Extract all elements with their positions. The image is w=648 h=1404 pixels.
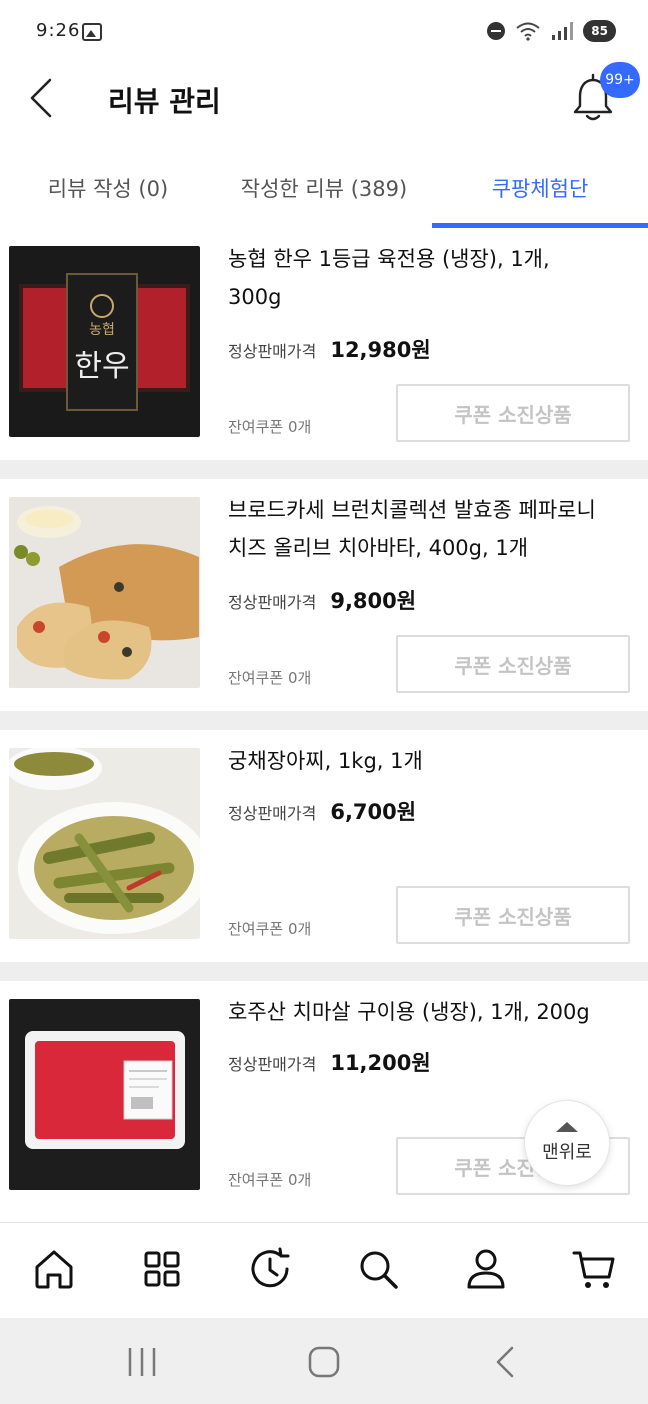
page-title: 리뷰 관리 <box>108 85 221 118</box>
price-label: 정상판매가격 <box>228 593 317 612</box>
product-name-line2: 치즈 올리브 치아바타, 400g, 1개 <box>228 536 529 560</box>
price-value: 12,980원 <box>330 338 431 362</box>
price-value: 6,700원 <box>330 800 417 824</box>
product-list: 농협 한우 농협 한우 1등급 육전용 (냉장), 1개, 300g 정상판매가… <box>0 228 648 1213</box>
coupon-remaining: 잔여쿠폰 0개 <box>228 1171 312 1189</box>
price-row: 정상판매가격 6,700원 <box>228 796 416 826</box>
divider <box>0 711 648 730</box>
divider <box>0 962 648 981</box>
search-icon[interactable] <box>354 1245 402 1293</box>
dnd-icon <box>487 22 506 40</box>
product-name[interactable]: 농협 한우 1등급 육전용 (냉장), 1개, 300g <box>228 240 628 316</box>
coupon-soldout-button[interactable]: 쿠폰 소진상품 <box>396 635 630 693</box>
list-item[interactable]: 브로드카세 브런치콜렉션 발효종 페파로니 치즈 올리브 치아바타, 400g,… <box>0 479 648 711</box>
coupon-remaining: 잔여쿠폰 0개 <box>228 669 312 687</box>
list-item[interactable]: 궁채장아찌, 1kg, 1개 정상판매가격 6,700원 잔여쿠폰 0개 쿠폰 … <box>0 730 648 962</box>
price-value: 9,800원 <box>330 589 417 613</box>
status-indicators: 85 <box>487 20 616 42</box>
arrow-up-icon <box>556 1122 578 1132</box>
tab-write-review[interactable]: 리뷰 작성 (0) <box>0 148 216 228</box>
scroll-to-top-label: 맨위로 <box>542 1142 592 1163</box>
home-icon[interactable] <box>30 1245 78 1293</box>
status-time: 9:26 <box>36 20 81 41</box>
system-back-icon[interactable] <box>486 1344 526 1380</box>
review-tabs: 리뷰 작성 (0) 작성한 리뷰 (389) 쿠팡체험단 <box>0 148 648 228</box>
back-arrow-icon[interactable] <box>24 76 64 120</box>
battery-icon: 85 <box>583 20 616 42</box>
system-nav-bar <box>0 1318 648 1404</box>
tab-written-reviews[interactable]: 작성한 리뷰 (389) <box>216 148 432 228</box>
scroll-to-top-button[interactable]: 맨위로 <box>524 1100 610 1186</box>
price-label: 정상판매가격 <box>228 804 317 823</box>
home-button-icon[interactable] <box>304 1344 344 1380</box>
svg-text:농협: 농협 <box>89 322 115 338</box>
product-image-beef-tray <box>9 999 200 1190</box>
price-row: 정상판매가격 12,980원 <box>228 334 431 364</box>
coupon-remaining: 잔여쿠폰 0개 <box>228 920 312 938</box>
product-image-ciabatta <box>9 497 200 688</box>
signal-icon <box>552 22 574 40</box>
notification-badge: 99+ <box>600 62 640 98</box>
wifi-icon <box>516 22 540 41</box>
product-name-line2: 300g <box>228 285 282 309</box>
product-name-line1: 궁채장아찌, 1kg, 1개 <box>228 749 423 773</box>
product-name[interactable]: 궁채장아찌, 1kg, 1개 <box>228 742 628 780</box>
recent-apps-icon[interactable] <box>122 1344 162 1380</box>
image-notification-icon <box>82 23 102 41</box>
recent-history-icon[interactable] <box>246 1245 294 1293</box>
product-name-line1: 농협 한우 1등급 육전용 (냉장), 1개, <box>228 247 550 271</box>
svg-text:한우: 한우 <box>74 349 129 384</box>
price-row: 정상판매가격 11,200원 <box>228 1047 431 1077</box>
bottom-nav <box>0 1222 648 1318</box>
category-grid-icon[interactable] <box>138 1245 186 1293</box>
list-item[interactable]: 농협 한우 농협 한우 1등급 육전용 (냉장), 1개, 300g 정상판매가… <box>0 228 648 460</box>
coupon-soldout-button[interactable]: 쿠폰 소진상품 <box>396 384 630 442</box>
product-name-line1: 호주산 치마살 구이용 (냉장), 1개, 200g <box>228 1000 590 1024</box>
product-name[interactable]: 호주산 치마살 구이용 (냉장), 1개, 200g <box>228 993 628 1031</box>
coupon-remaining: 잔여쿠폰 0개 <box>228 418 312 436</box>
price-label: 정상판매가격 <box>228 342 317 361</box>
status-bar: 9:26 85 <box>0 0 648 62</box>
account-icon[interactable] <box>462 1245 510 1293</box>
product-image-hanwoo: 농협 한우 <box>9 246 200 437</box>
price-row: 정상판매가격 9,800원 <box>228 585 416 615</box>
price-value: 11,200원 <box>330 1051 431 1075</box>
app-header: 리뷰 관리 99+ <box>0 62 648 138</box>
divider <box>0 460 648 479</box>
coupon-soldout-button[interactable]: 쿠폰 소진상품 <box>396 886 630 944</box>
tab-coupang-experience[interactable]: 쿠팡체험단 <box>432 148 648 228</box>
product-name[interactable]: 브로드카세 브런치콜렉션 발효종 페파로니 치즈 올리브 치아바타, 400g,… <box>228 491 628 567</box>
price-label: 정상판매가격 <box>228 1055 317 1074</box>
cart-icon[interactable] <box>570 1245 618 1293</box>
product-name-line1: 브로드카세 브런치콜렉션 발효종 페파로니 <box>228 498 596 522</box>
product-image-pickles <box>9 748 200 939</box>
